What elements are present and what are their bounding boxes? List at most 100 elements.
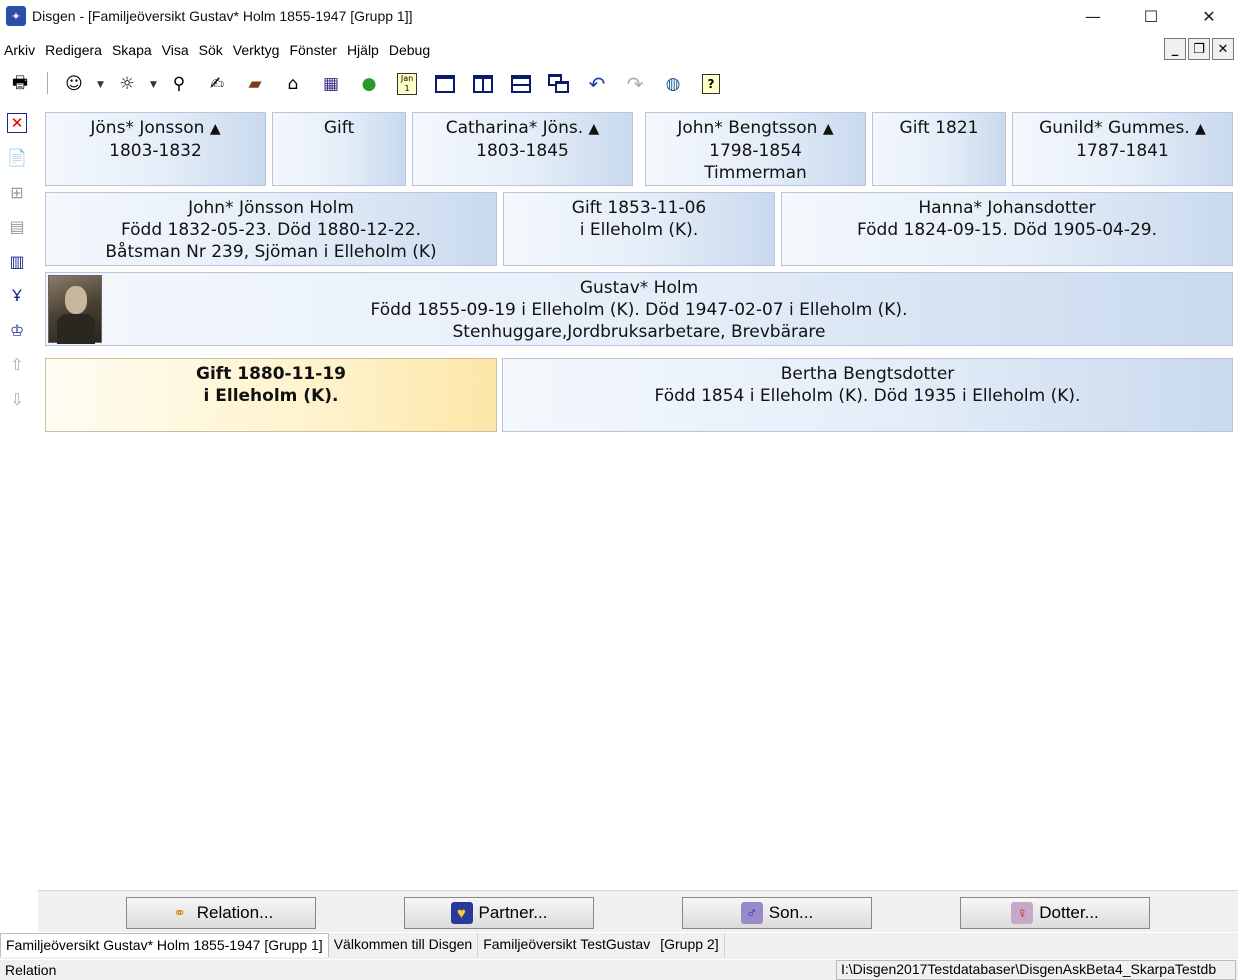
menu-arkiv[interactable]: Arkiv (0, 42, 39, 58)
person-photo[interactable] (48, 275, 102, 344)
expand-up-icon[interactable]: ▲ (589, 121, 600, 137)
split-vertical-icon[interactable] (470, 71, 496, 97)
person-name: Gustav* Holm (579, 278, 699, 298)
toolbar: 🖶 ☺ ▼ ☼ ▼ ⚲ ✍ ▰ ⌂ ▦ ● Jan 1 ↶ ↷ ◍ ? (0, 68, 1238, 100)
partner-icon: ♥ (450, 902, 473, 924)
globe-icon[interactable]: ◍ (660, 71, 686, 97)
marriage-place: i Elleholm (K). (579, 220, 699, 240)
chevron-down-icon[interactable]: ▼ (150, 80, 157, 90)
database-path: I:\Disgen2017Testdatabaser\DisgenAskBeta… (836, 960, 1236, 980)
undo-icon[interactable]: ↶ (584, 71, 610, 97)
calendar-icon[interactable]: Jan 1 (394, 71, 420, 97)
mdi-controls: _ ❐ ✕ (1164, 38, 1234, 60)
tab-familjeoversikt-gustav[interactable]: Familjeöversikt Gustav* Holm 1855-1947 [… (0, 933, 329, 957)
tab-valkommen[interactable]: Välkommen till Disgen (329, 933, 479, 957)
expand-up-icon[interactable]: ▲ (823, 121, 834, 137)
expand-up-icon[interactable]: ▲ (210, 121, 221, 137)
grandparents-maternal-marriage-card[interactable]: Gift 1821 (872, 112, 1006, 186)
columns-icon[interactable]: ▥ (4, 248, 30, 274)
map-icon[interactable]: ▦ (318, 71, 344, 97)
menu-skapa[interactable]: Skapa (108, 42, 156, 58)
person-dates: 1798-1854 (709, 141, 802, 161)
person-name: John* Jönsson Holm (188, 198, 354, 218)
person-search-icon[interactable]: ☼ (114, 71, 140, 97)
menu-hjalp[interactable]: Hjälp (343, 42, 383, 58)
person-dates: 1787-1841 (1076, 141, 1169, 161)
person-name: Hanna* Johansdotter (918, 198, 1096, 218)
dotter-button[interactable]: ♀ Dotter... (960, 897, 1150, 929)
minimize-button[interactable]: — (1064, 0, 1122, 32)
handshake-icon[interactable]: ✍ (204, 71, 230, 97)
binoculars-icon[interactable]: ⚲ (166, 71, 192, 97)
left-toolbar: ✕ 📄 ⊞ ▤ ▥ Ұ ♔ ⇧ ⇩ (4, 110, 30, 421)
tree-icon[interactable]: ⊞ (4, 179, 30, 205)
son-label: Son... (768, 903, 814, 922)
calendar-face: Jan 1 (397, 73, 417, 95)
menu-verktyg[interactable]: Verktyg (229, 42, 284, 58)
mdi-restore-button[interactable]: ❐ (1188, 38, 1210, 60)
daughter-icon: ♀ (1011, 902, 1034, 924)
tab-grupp-2[interactable]: [Grupp 2] (655, 933, 725, 957)
mother-card[interactable]: Hanna* Johansdotter Född 1824-09-15. Död… (781, 192, 1233, 266)
person-name: John* Bengtsson (677, 118, 818, 138)
window-controls: — ☐ ✕ (1064, 0, 1238, 32)
dotter-label: Dotter... (1039, 903, 1099, 922)
marriage-card[interactable]: Gift 1880-11-19 i Elleholm (K). (45, 358, 497, 432)
partner-button[interactable]: ♥ Partner... (404, 897, 594, 929)
main-person-card[interactable]: Gustav* Holm Född 1855-09-19 i Elleholm … (45, 272, 1233, 346)
title-bar: ✦ Disgen - [Familjeöversikt Gustav* Holm… (0, 0, 1238, 32)
menu-bar: Arkiv Redigera Skapa Visa Sök Verktyg Fö… (0, 37, 436, 63)
grandfather-maternal-card[interactable]: John* Bengtsson ▲ 1798-1854 Timmerman (645, 112, 866, 186)
delete-icon[interactable]: ✕ (4, 110, 30, 136)
menu-fonster[interactable]: Fönster (285, 42, 340, 58)
grandparents-paternal-marriage-card[interactable]: Gift (272, 112, 406, 186)
rings-icon: ⚭ (173, 905, 186, 922)
print-icon[interactable]: 🖶 (7, 71, 33, 97)
expand-up-icon[interactable]: ▲ (1195, 121, 1206, 137)
menu-visa[interactable]: Visa (158, 42, 193, 58)
descendants-icon[interactable]: ♔ (4, 317, 30, 343)
world-map-icon[interactable]: ● (356, 71, 382, 97)
maximize-button[interactable]: ☐ (1122, 0, 1180, 32)
father-card[interactable]: John* Jönsson Holm Född 1832-05-23. Död … (45, 192, 497, 266)
grandmother-paternal-card[interactable]: Catharina* Jöns. ▲ 1803-1845 (412, 112, 633, 186)
up-person-icon[interactable]: ⇧ (4, 352, 30, 378)
menu-sok[interactable]: Sök (195, 42, 227, 58)
menu-debug[interactable]: Debug (385, 42, 434, 58)
redo-icon[interactable]: ↷ (622, 71, 648, 97)
person-life: Född 1855-09-19 i Elleholm (K). Död 1947… (370, 300, 908, 320)
person-name: Jöns* Jonsson (90, 118, 205, 138)
help-icon[interactable]: ? (698, 71, 724, 97)
marriage-label: Gift 1821 (899, 118, 979, 138)
cascade-icon[interactable] (546, 71, 572, 97)
son-button[interactable]: ♂ Son... (682, 897, 872, 929)
person-icon[interactable]: ☺ (61, 71, 87, 97)
grandmother-maternal-card[interactable]: Gunild* Gummes. ▲ 1787-1841 (1012, 112, 1233, 186)
pedigree-icon[interactable]: Ұ (4, 283, 30, 309)
tab-familjeoversikt-testgustav[interactable]: Familjeöversikt TestGustav (478, 933, 655, 957)
person-occupation: Timmerman (704, 163, 807, 183)
grandfather-paternal-card[interactable]: Jöns* Jonsson ▲ 1803-1832 (45, 112, 266, 186)
home-icon[interactable]: ⌂ (280, 71, 306, 97)
disgen-app-icon[interactable]: ✦ (6, 6, 26, 26)
down-person-icon[interactable]: ⇩ (4, 386, 30, 412)
person-name: Bertha Bengtsdotter (780, 364, 955, 384)
person-name: Catharina* Jöns. (445, 118, 584, 138)
chevron-down-icon[interactable]: ▼ (97, 80, 104, 90)
mdi-close-button[interactable]: ✕ (1212, 38, 1234, 60)
spouse-card[interactable]: Bertha Bengtsdotter Född 1854 i Elleholm… (502, 358, 1233, 432)
status-text: Relation (5, 962, 57, 978)
marriage-place: i Elleholm (K). (203, 386, 339, 406)
menu-redigera[interactable]: Redigera (41, 42, 106, 58)
single-window-icon[interactable] (432, 71, 458, 97)
close-button[interactable]: ✕ (1180, 0, 1238, 32)
split-horizontal-icon[interactable] (508, 71, 534, 97)
status-bar: Relation I:\Disgen2017Testdatabaser\Disg… (0, 960, 1238, 980)
parents-marriage-card[interactable]: Gift 1853-11-06 i Elleholm (K). (503, 192, 775, 266)
mdi-minimize-button[interactable]: _ (1164, 38, 1186, 60)
partner-label: Partner... (478, 903, 548, 922)
book-icon[interactable]: ▰ (242, 71, 268, 97)
grid-icon[interactable]: ▤ (4, 214, 30, 240)
document-icon[interactable]: 📄 (4, 145, 30, 171)
relation-button[interactable]: ⚭ Relation... (126, 897, 316, 929)
